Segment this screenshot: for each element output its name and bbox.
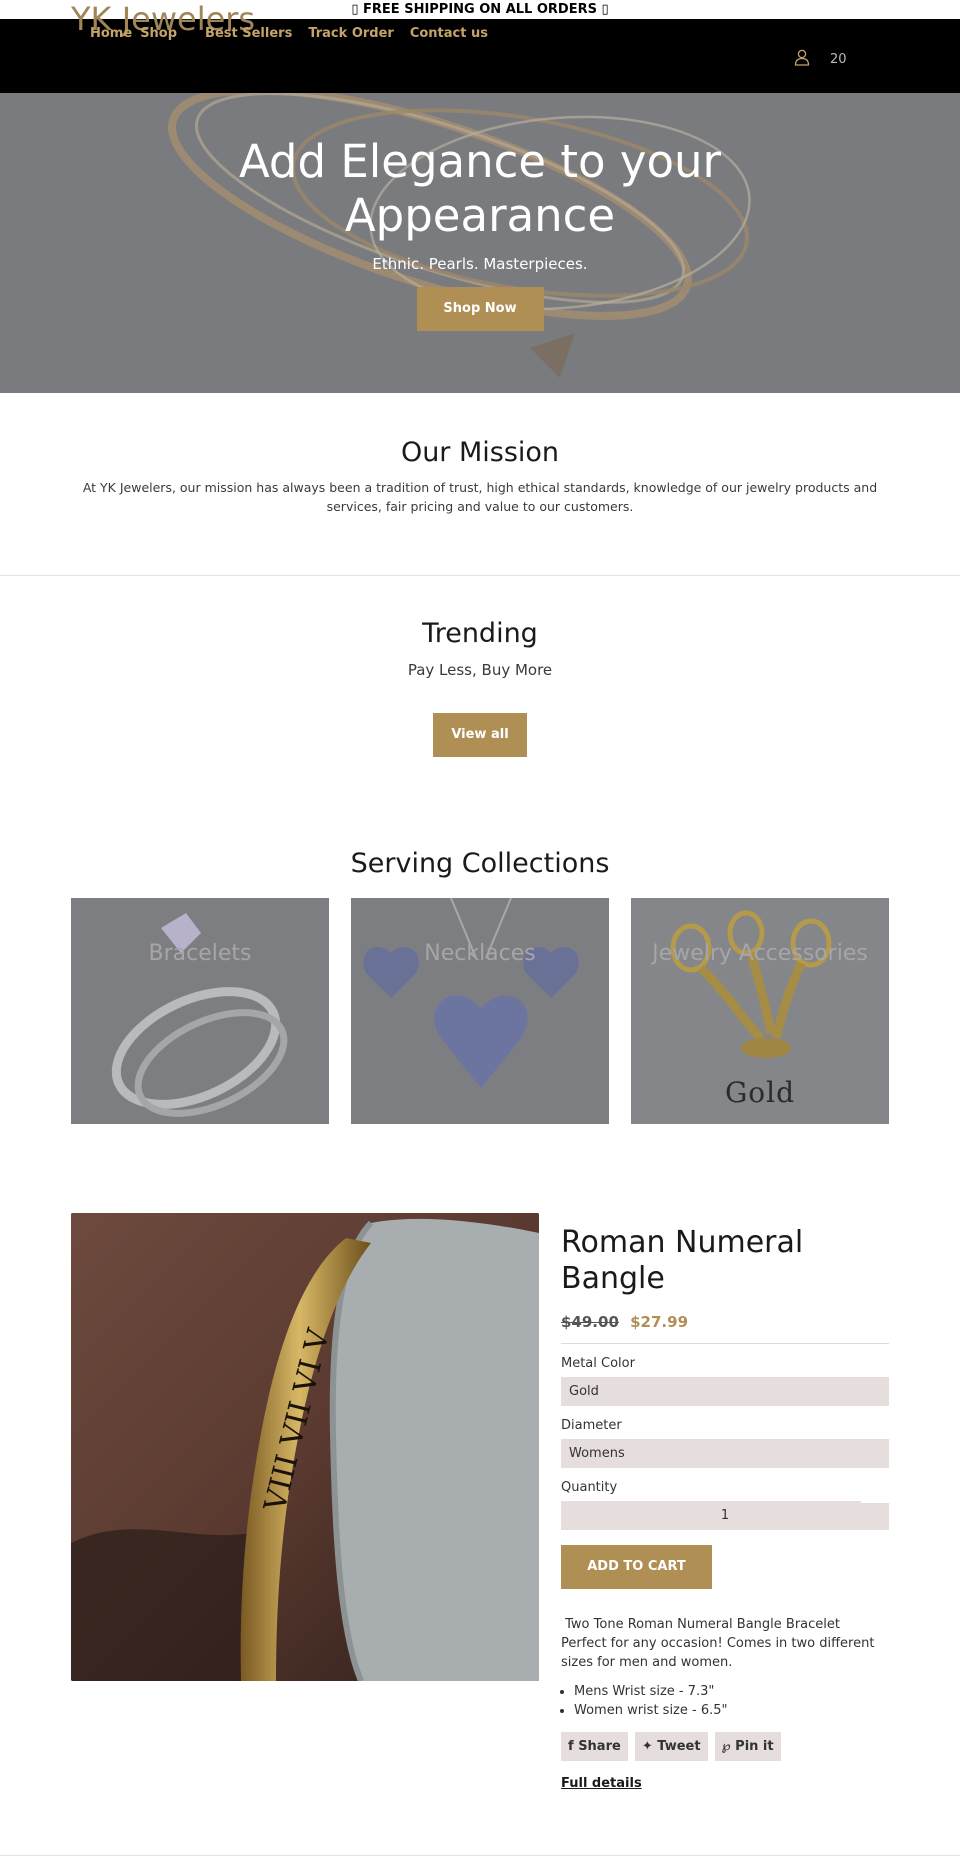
full-details-link[interactable]: Full details xyxy=(561,1776,642,1791)
collection-label: Jewelry Accessories xyxy=(631,940,889,968)
header-icons: 20 xyxy=(794,49,847,70)
site-header: YK Jewelers Home Shop Best Sellers Track… xyxy=(0,0,960,93)
facebook-share-label: Share xyxy=(578,1739,621,1754)
twitter-share-label: Tweet xyxy=(657,1739,701,1754)
quantity-stepper[interactable] xyxy=(861,1499,889,1503)
user-icon[interactable] xyxy=(794,49,810,70)
price-divider xyxy=(561,1343,889,1344)
mission-title: Our Mission xyxy=(400,437,560,468)
product-description-text: Two Tone Roman Numeral Bangle Bracelet P… xyxy=(561,1617,875,1670)
share-buttons: f Share ✦ Tweet ℘ Pin it xyxy=(561,1732,889,1761)
trending-title: Trending xyxy=(422,618,538,649)
pinterest-share-label: Pin it xyxy=(735,1739,774,1754)
collection-label: Bracelets xyxy=(148,941,252,966)
hero-title-line-1: Add Elegance to your xyxy=(238,135,722,188)
list-item: Women wrist size - 6.5" xyxy=(574,1701,889,1720)
metal-color-select[interactable]: Gold xyxy=(561,1377,889,1406)
collections-title: Serving Collections xyxy=(350,848,610,879)
nav-track-order[interactable]: Track Order xyxy=(308,23,394,45)
twitter-icon: ✦ xyxy=(641,1739,653,1754)
pinterest-icon: ℘ xyxy=(721,1739,731,1754)
mission-section: Our Mission At YK Jewelers, our mission … xyxy=(0,393,960,516)
list-item: Mens Wrist size - 7.3" xyxy=(574,1682,889,1701)
metal-color-label: Metal Color xyxy=(561,1356,635,1371)
hero-subtitle: Ethnic. Pearls. Masterpieces. xyxy=(372,255,588,273)
size-list: Mens Wrist size - 7.3" Women wrist size … xyxy=(561,1682,889,1720)
product-title: Roman Numeral Bangle xyxy=(561,1225,804,1296)
product-details: Roman Numeral Bangle $49.00 $27.99 Metal… xyxy=(561,1213,889,1791)
facebook-icon: f xyxy=(568,1739,574,1754)
compare-price: $49.00 xyxy=(561,1313,619,1331)
trending-section: Trending Pay Less, Buy More View all xyxy=(0,576,960,757)
product-description: Two Tone Roman Numeral Bangle Bracelet P… xyxy=(561,1615,889,1672)
diameter-select[interactable]: Womens xyxy=(561,1439,889,1468)
hero-banner: Add Elegance to your Appearance Ethnic. … xyxy=(0,93,960,393)
add-to-cart-button[interactable]: ADD TO CART xyxy=(561,1545,712,1589)
gold-text: Gold xyxy=(724,1076,796,1109)
rings-image xyxy=(71,898,329,1124)
mission-text: At YK Jewelers, our mission has always b… xyxy=(82,480,878,514)
collection-bracelets[interactable]: Bracelets xyxy=(71,898,329,1124)
diameter-label: Diameter xyxy=(561,1418,622,1433)
hero-title-line-2: Appearance xyxy=(344,189,616,242)
pinterest-share-button[interactable]: ℘ Pin it xyxy=(714,1732,781,1761)
nav-best-sellers[interactable]: Best Sellers xyxy=(205,23,292,45)
bangle-photo: VIII VII VI V xyxy=(71,1213,539,1681)
sale-price: $27.99 xyxy=(630,1313,689,1331)
nav-contact-us[interactable]: Contact us xyxy=(410,23,488,45)
collection-label-text: Jewelry Accessories xyxy=(652,941,868,966)
trending-subtitle: Pay Less, Buy More xyxy=(407,661,553,679)
quantity-label: Quantity xyxy=(561,1480,618,1495)
product-image[interactable]: VIII VII VI V xyxy=(71,1213,539,1681)
collection-necklaces[interactable]: Necklaces xyxy=(351,898,609,1124)
quantity-input[interactable]: 1 xyxy=(561,1499,889,1530)
view-all-button[interactable]: View all xyxy=(433,713,527,757)
main-nav: Home Shop Best Sellers Track Order Conta… xyxy=(90,23,504,45)
twitter-share-button[interactable]: ✦ Tweet xyxy=(634,1732,708,1761)
footer-divider xyxy=(0,1855,960,1856)
collection-label: Necklaces xyxy=(424,941,536,966)
collection-jewelry-accessories[interactable]: Jewelry Accessories Gold xyxy=(631,898,889,1124)
quantity-value: 1 xyxy=(720,1508,730,1523)
hero-title: Add Elegance to your Appearance xyxy=(0,135,960,243)
facebook-share-button[interactable]: f Share xyxy=(561,1732,628,1761)
nav-home[interactable]: Home xyxy=(90,23,132,45)
necklace-image xyxy=(351,898,609,1124)
price-row: $49.00 $27.99 xyxy=(561,1313,889,1331)
hero-content: Add Elegance to your Appearance Ethnic. … xyxy=(0,135,960,331)
shop-now-button[interactable]: Shop Now xyxy=(416,287,544,331)
cart-icon[interactable]: 20 xyxy=(830,52,847,68)
nav-shop[interactable]: Shop xyxy=(140,23,177,45)
